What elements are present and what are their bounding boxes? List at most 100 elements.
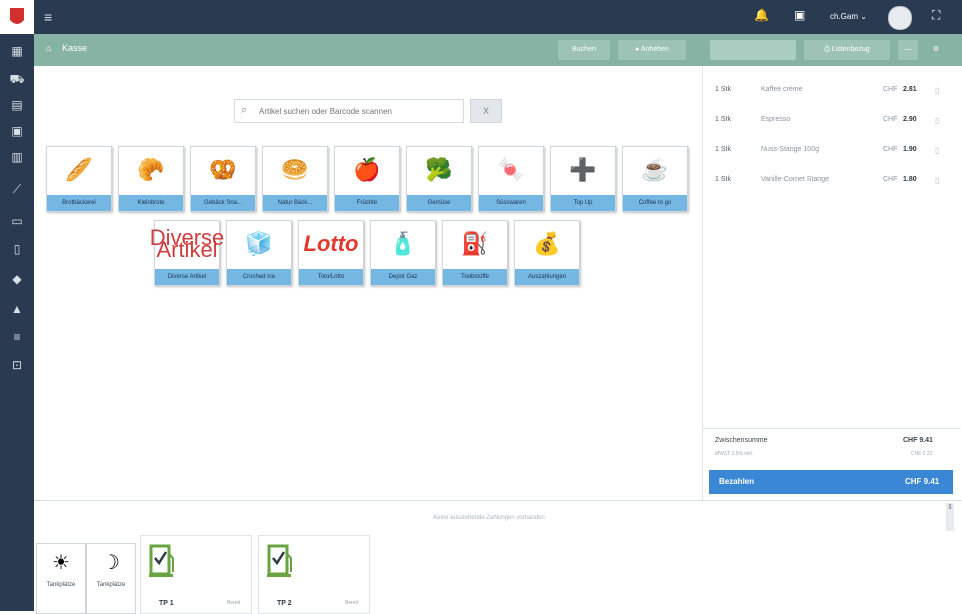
scroll-handle[interactable]: ⇕ — [946, 503, 954, 531]
chat-icon[interactable]: ▣ — [794, 8, 805, 22]
croissant-icon: 🥐 — [137, 157, 165, 182]
tile-fruechte[interactable]: 🍎 Früchte — [334, 146, 400, 212]
tile-top-up[interactable]: ➕ Top Up — [550, 146, 616, 212]
cart-row[interactable]: 1 Stk Espresso CHF 2.90 ▯ — [703, 116, 961, 130]
trash-icon[interactable]: ▯ — [935, 86, 939, 95]
bell-icon[interactable]: 🔔 — [754, 8, 769, 22]
settings-gear-icon[interactable]: ⚙ — [926, 40, 946, 60]
chart-icon[interactable]: ⟋ — [8, 180, 26, 198]
gas-bottle-icon: 🧴 — [389, 231, 417, 256]
tile-kleinbrote[interactable]: 🥐 Kleinbrote — [118, 146, 184, 212]
search-box: ⌕ — [234, 99, 464, 123]
mode-label: Tankplätze — [96, 582, 126, 588]
list-icon[interactable]: ≡ — [8, 328, 26, 346]
pay-label: Bezahlen — [719, 477, 755, 486]
pump-tile-1[interactable]: TP 1 Bereit — [140, 535, 252, 614]
tile-label: Toto/Lotto — [299, 269, 363, 285]
tile-toto-lotto[interactable]: Lotto Toto/Lotto — [298, 220, 364, 286]
tile-label: Süsswaren — [479, 195, 543, 211]
cart-name: Nuss-Stange 100g — [761, 146, 819, 153]
search-icon: ⌕ — [241, 104, 248, 116]
tile-auszahlungen[interactable]: 💰 Auszahlungen — [514, 220, 580, 286]
cart-row[interactable]: 1 Stk Nuss-Stange 100g CHF 1.90 ▯ — [703, 146, 961, 160]
tile-coffee-to-go[interactable]: ☕ Coffee to go — [622, 146, 688, 212]
cart-row[interactable]: 1 Stk Vanille-Cornet Stange CHF 1.80 ▯ — [703, 176, 961, 190]
trash-icon[interactable]: ▯ — [935, 116, 939, 125]
fuel-pump-check-icon — [149, 544, 174, 577]
cart-price: 2.90 — [903, 116, 917, 123]
contacts-icon[interactable]: ▥ — [8, 148, 26, 166]
monitor-icon[interactable]: ▭ — [8, 212, 26, 230]
tile-depot-gaz[interactable]: 🧴 Depot Gaz — [370, 220, 436, 286]
tile-label: Natur Bäck... — [263, 195, 327, 211]
breadcrumb: ⌂ Kasse — [46, 43, 87, 53]
tile-suesswaren[interactable]: 🍬 Süsswaren — [478, 146, 544, 212]
lock-icon[interactable]: ⊡ — [8, 356, 26, 374]
cart-price: 1.80 — [903, 176, 917, 183]
fuel-icon: ⛽ — [461, 231, 489, 256]
cart-icon[interactable]: ⛟ — [8, 70, 26, 88]
tile-label: Depot Gaz — [371, 269, 435, 285]
tile-treibstoffe[interactable]: ⛽ Treibstoffe — [442, 220, 508, 286]
menu-icon[interactable]: ≡ — [44, 9, 52, 25]
disabled-button[interactable] — [710, 40, 796, 60]
print-icon: ⎙ — [824, 46, 830, 53]
fullscreen-icon[interactable]: ⛶ — [932, 8, 940, 23]
home-icon[interactable]: ⌂ — [46, 43, 51, 53]
clear-search-button[interactable]: X — [470, 99, 502, 123]
tile-label: Crushed Ice — [227, 269, 291, 285]
minus-button[interactable]: — — [898, 40, 918, 60]
fuel-station-area: Keine ausstehende Zahlungen vorhanden ⇕ … — [34, 500, 962, 614]
night-mode-tile[interactable]: ☽ Tankplätze — [86, 543, 136, 614]
dashboard-icon[interactable]: ▦ — [8, 42, 26, 60]
tile-gemuese[interactable]: 🥦 Gemüse — [406, 146, 472, 212]
warning-icon[interactable]: ▲ — [8, 300, 26, 318]
day-mode-tile[interactable]: ☀ Tankplätze — [36, 543, 86, 614]
ice-icon: 🧊 — [245, 231, 273, 256]
pay-button[interactable]: Bezahlen CHF 9.41 — [709, 470, 953, 494]
fuel-pump-check-icon — [267, 544, 292, 577]
raise-button[interactable]: ● Anheben — [618, 40, 686, 60]
tile-natur-baeck[interactable]: 🥯 Natur Bäck... — [262, 146, 328, 212]
pump-tile-2[interactable]: TP 2 Bereit — [258, 535, 370, 614]
tile-label: Gebäck Sna... — [191, 195, 255, 211]
tile-diverse-artikel[interactable]: Diverse Artikel Diverse Artikel — [149, 220, 225, 286]
tile-label: Früchte — [335, 195, 399, 211]
tile-label: Gemüse — [407, 195, 471, 211]
document-icon[interactable]: ▤ — [8, 96, 26, 114]
pump-label: TP 2 — [277, 600, 292, 607]
brand-logo[interactable] — [0, 0, 34, 34]
user-menu[interactable]: ch.Gam ⌄ — [830, 12, 867, 21]
tag-icon[interactable]: ◆ — [8, 270, 26, 288]
list-order-button[interactable]: ⎙ Listenbezug — [804, 40, 890, 60]
trash-icon[interactable]: ▯ — [935, 146, 939, 155]
topup-icon: ➕ — [569, 157, 597, 182]
cart-name: Kaffee crème — [761, 86, 803, 93]
pump-status: Bereit — [227, 600, 241, 606]
vegetable-icon: 🥦 — [425, 157, 453, 182]
tile-gebaeck[interactable]: 🥨 Gebäck Sna... — [190, 146, 256, 212]
cart-qty: 1 Stk — [715, 116, 731, 123]
book-button[interactable]: Buchen — [558, 40, 610, 60]
moon-icon: ☽ — [102, 552, 120, 574]
pending-payments-notice: Keine ausstehende Zahlungen vorhanden — [433, 515, 545, 521]
avatar[interactable] — [888, 6, 912, 30]
cart-qty: 1 Stk — [715, 176, 731, 183]
article-area: ⌕ X 🥖 Brotbäckerei 🥐 Kleinbrote 🥨 Gebäck Sn… — [34, 66, 702, 500]
vat-label: MWST 2.5% inkl. — [715, 451, 754, 457]
vat-value: CHF 0.23 — [911, 451, 933, 457]
tile-label: Diverse Artikel — [155, 269, 219, 285]
tile-brotbaeckerei[interactable]: 🥖 Brotbäckerei — [46, 146, 112, 212]
pretzel-icon: 🥨 — [209, 157, 237, 182]
search-input[interactable] — [257, 102, 461, 120]
lotto-logo-icon: Lotto — [303, 231, 359, 256]
cart-price: 2.81 — [903, 86, 917, 93]
candy-icon: 🍬 — [497, 157, 525, 182]
tile-crushed-ice[interactable]: 🧊 Crushed Ice — [226, 220, 292, 286]
diverse-icon: Diverse Artikel — [149, 225, 225, 262]
trash-icon[interactable]: ▯ — [935, 176, 939, 185]
cart-price: 1.90 — [903, 146, 917, 153]
file-icon[interactable]: ▯ — [8, 240, 26, 258]
grid-icon[interactable]: ▣ — [8, 122, 26, 140]
cart-row[interactable]: 1 Stk Kaffee crème CHF 2.81 ▯ — [703, 86, 961, 100]
